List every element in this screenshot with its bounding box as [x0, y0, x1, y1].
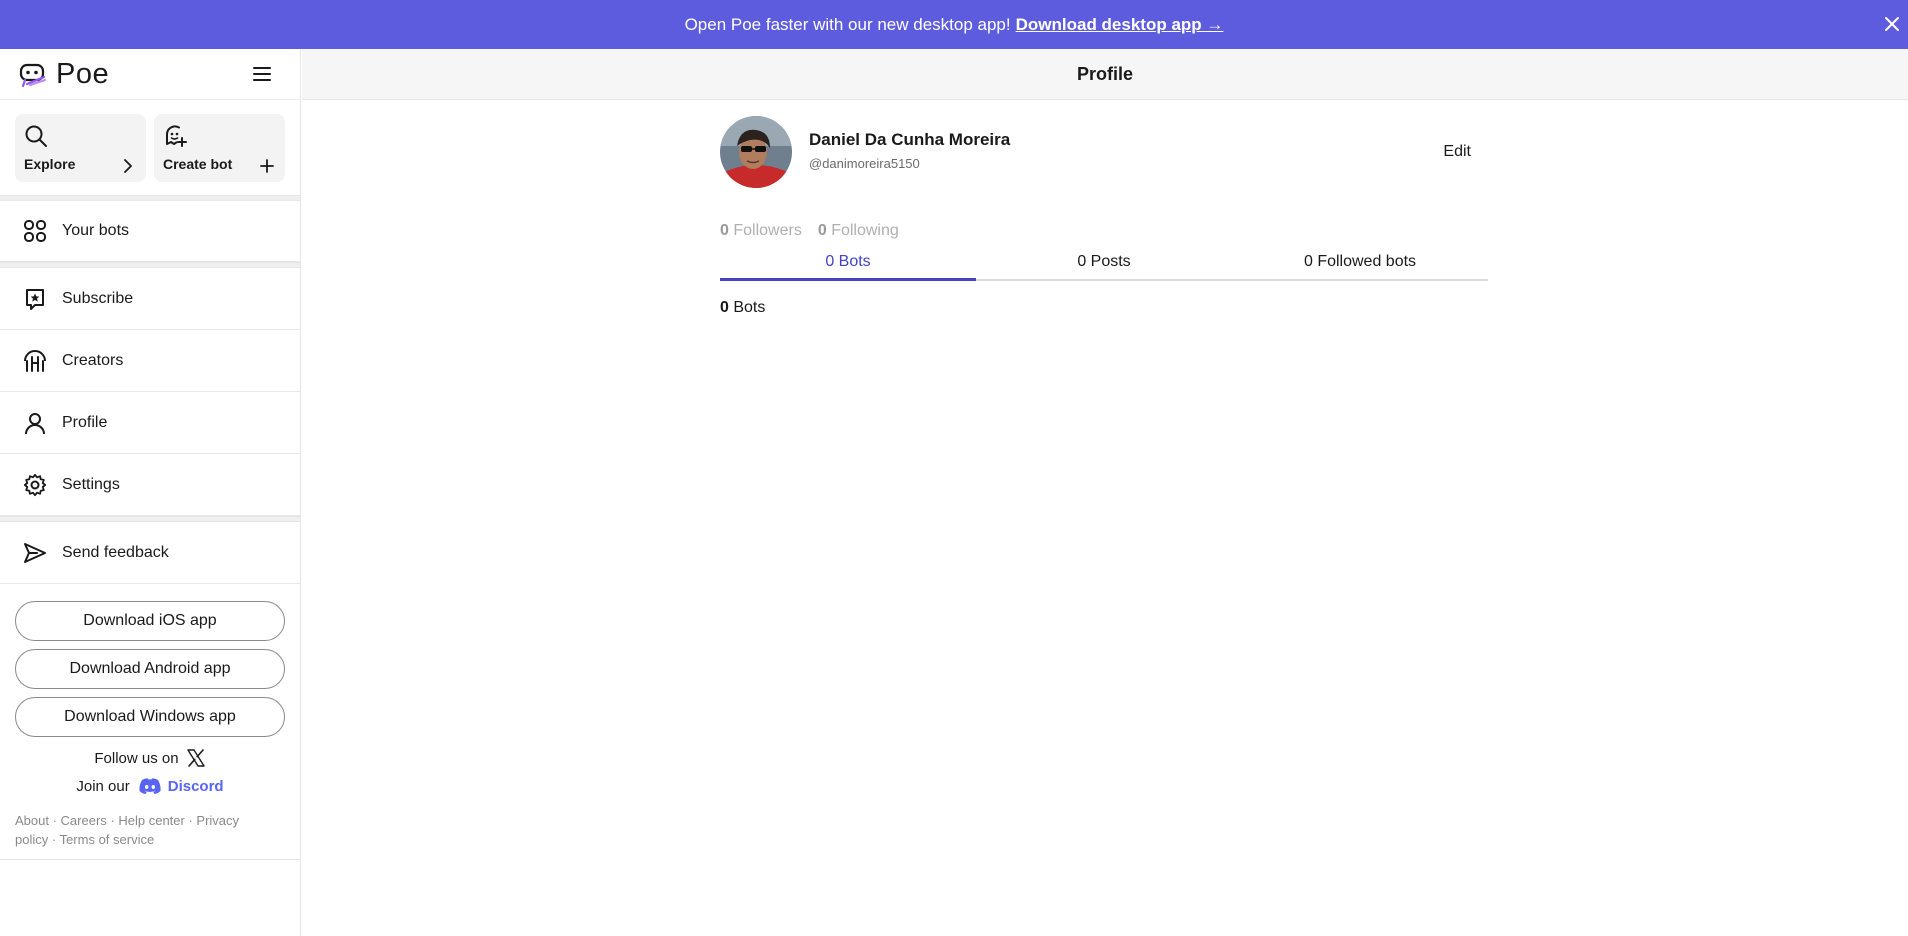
sidebar-item-your-bots[interactable]: Your bots [0, 201, 300, 262]
profile-tabs: 0 Bots 0 Posts 0 Followed bots [720, 249, 1488, 281]
following-count: 0 [817, 222, 827, 239]
follow-stats: 0 Followers 0 Following [720, 222, 899, 240]
chevron-right-icon [124, 159, 132, 173]
discord-row: Join our Discord [0, 773, 300, 799]
tab-posts[interactable]: 0 Posts [976, 249, 1232, 279]
bots-count-summary: 0 Bots [720, 299, 765, 317]
footer-links: About · Careers · Help center · Privacy … [15, 813, 240, 847]
sidebar: Poe Explore Create bot Your bots Subscri… [0, 49, 301, 936]
sidebar-item-label: Settings [62, 475, 120, 493]
main-content: Profile Daniel Da Cunha Moreira @danimor… [302, 49, 1908, 936]
tab-followed-bots[interactable]: 0 Followed bots [1232, 249, 1488, 279]
discord-icon [139, 778, 161, 794]
hamburger-menu-icon[interactable] [251, 63, 273, 85]
explore-label: Explore [24, 156, 76, 172]
download-desktop-link[interactable]: Download desktop app → [1016, 15, 1224, 35]
explore-tile[interactable]: Explore [15, 114, 146, 182]
avatar-image [720, 116, 792, 188]
follow-text: Follow us on [94, 749, 179, 767]
sidebar-item-profile[interactable]: Profile [0, 392, 300, 454]
discord-link[interactable]: Discord [138, 777, 224, 795]
profile-name: Daniel Da Cunha Moreira [809, 130, 1011, 149]
x-logo-icon[interactable] [186, 748, 206, 768]
sidebar-item-label: Subscribe [62, 289, 134, 307]
tab-bots[interactable]: 0 Bots [720, 249, 976, 281]
bots-grid-icon [24, 220, 46, 242]
poe-logo-icon[interactable] [18, 59, 48, 89]
app-logo-text: Poe [56, 57, 110, 90]
create-bot-tile[interactable]: Create bot [154, 114, 285, 182]
sidebar-item-label: Your bots [62, 222, 130, 239]
logo-row: Poe [0, 49, 300, 99]
download-banner: Open Poe faster with our new desktop app… [0, 0, 1908, 49]
join-text: Join our [76, 777, 130, 795]
followers-label: Followers [733, 222, 802, 239]
download-ios-button[interactable]: Download iOS app [15, 601, 285, 641]
followers-count: 0 [720, 222, 729, 239]
divider [0, 859, 300, 860]
gear-icon [23, 473, 47, 496]
download-apps: Download iOS app Download Android app Do… [0, 584, 300, 737]
quick-actions: Explore Create bot [0, 99, 300, 195]
sidebar-item-label: Profile [62, 413, 108, 431]
star-badge-icon [26, 288, 44, 310]
following-stat[interactable]: 0 Following [818, 222, 899, 240]
profile-handle: @danimoreira5150 [809, 156, 920, 171]
send-icon [24, 542, 46, 563]
download-android-button[interactable]: Download Android app [15, 649, 285, 689]
terms-of-service-link[interactable]: Terms of service [60, 832, 155, 847]
discord-label: Discord [167, 777, 224, 795]
sidebar-item-send-feedback[interactable]: Send feedback [0, 522, 300, 584]
edit-profile-button[interactable]: Edit [1443, 143, 1471, 161]
avatar[interactable] [720, 116, 792, 188]
sidebar-item-settings[interactable]: Settings [0, 454, 300, 516]
followers-stat[interactable]: 0 Followers [720, 222, 802, 240]
page-title: Profile [302, 49, 1908, 100]
bots-count-number: 0 [720, 299, 729, 316]
bot-plus-icon [166, 125, 187, 147]
close-icon[interactable] [1878, 10, 1906, 38]
creators-icon [24, 349, 46, 372]
sidebar-item-creators[interactable]: Creators [0, 330, 300, 392]
plus-icon [260, 159, 274, 173]
download-windows-button[interactable]: Download Windows app [15, 697, 285, 737]
sidebar-item-label: Send feedback [62, 543, 169, 561]
bots-count-label: Bots [733, 299, 766, 316]
search-icon [25, 125, 47, 147]
create-bot-label: Create bot [163, 156, 233, 172]
follow-row: Follow us on [0, 745, 300, 771]
user-icon [25, 412, 45, 434]
sidebar-item-subscribe[interactable]: Subscribe [0, 268, 300, 330]
help-center-link[interactable]: Help center [118, 813, 184, 828]
about-link[interactable]: About [15, 813, 49, 828]
following-label: Following [831, 222, 899, 239]
careers-link[interactable]: Careers [61, 813, 107, 828]
sidebar-item-label: Creators [62, 351, 124, 369]
banner-message: Open Poe faster with our new desktop app… [684, 14, 1011, 34]
